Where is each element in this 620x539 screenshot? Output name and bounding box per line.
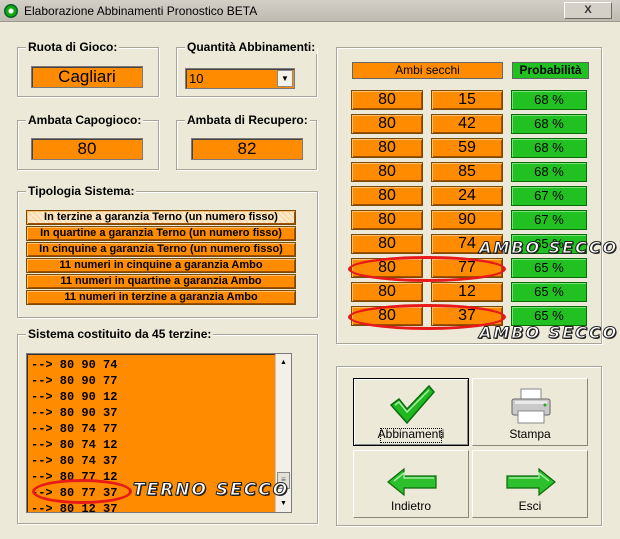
ruota-group: Ruota di Gioco: Cagliari xyxy=(17,40,159,97)
list-item[interactable]: --> 80 90 77 xyxy=(31,374,117,388)
stampa-button[interactable]: Stampa xyxy=(472,378,588,446)
arrow-left-icon xyxy=(387,467,437,497)
ambo-probability: 68 % xyxy=(511,90,587,110)
ambo-first-number: 80 xyxy=(351,186,423,206)
list-item[interactable]: --> 80 74 37 xyxy=(31,454,117,468)
ambi-secchi-header: Ambi secchi xyxy=(352,62,503,79)
ambo-first-number: 80 xyxy=(351,138,423,158)
esci-label: Esci xyxy=(518,499,542,513)
list-item[interactable]: --> 80 90 37 xyxy=(31,406,117,420)
ambo-first-number: 80 xyxy=(351,234,423,254)
abbinamenti-button[interactable]: Abbinamenti xyxy=(353,378,469,446)
quantita-value: 10 xyxy=(189,71,204,86)
sys-option-terzine-terno[interactable]: In terzine a garanzia Terno (un numero f… xyxy=(26,210,296,225)
ambo-first-number: 80 xyxy=(351,162,423,182)
indietro-label: Indietro xyxy=(390,499,432,513)
quantita-select[interactable]: 10 ▼ xyxy=(185,68,295,89)
terno-secco-stamp: TERNO SECCO xyxy=(132,480,290,501)
scroll-up-icon[interactable]: ▲ xyxy=(276,355,291,370)
ambo-probability: 68 % xyxy=(511,138,587,158)
printer-icon xyxy=(511,388,551,424)
terno-highlight-oval xyxy=(32,479,132,504)
ambo-probability: 65 % xyxy=(511,282,587,302)
ambata-capo-label: Ambata Capogioco: xyxy=(26,113,144,127)
list-item[interactable]: --> 80 74 77 xyxy=(31,422,117,436)
abbinamenti-label: Abbinamenti xyxy=(377,427,445,441)
title-bar: Elaborazione Abbinamenti Pronostico BETA… xyxy=(0,0,620,22)
ambo-second-number: 24 xyxy=(431,186,503,206)
ambo-secco-stamp: AMBO SECCO xyxy=(478,323,619,343)
list-item[interactable]: --> 80 90 12 xyxy=(31,390,117,404)
ambo-second-number: 15 xyxy=(431,90,503,110)
ambata-recupero-field[interactable]: 82 xyxy=(191,138,303,160)
ambata-recupero-group: Ambata di Recupero: 82 xyxy=(176,113,317,170)
quantita-group: Quantità Abbinamenti: 10 ▼ xyxy=(176,40,318,97)
sistema-label: Sistema costituito da 45 terzine: xyxy=(26,327,214,341)
ruota-label: Ruota di Gioco: xyxy=(26,40,120,54)
indietro-button[interactable]: Indietro xyxy=(353,450,469,518)
ambo-secco-stamp: AMBO SECCO xyxy=(478,238,619,258)
app-icon xyxy=(4,4,18,18)
ambo-highlight-oval xyxy=(348,256,506,282)
checkmark-icon xyxy=(389,384,435,425)
ambo-probability: 67 % xyxy=(511,186,587,206)
ambo-second-number: 90 xyxy=(431,210,503,230)
close-button[interactable]: X xyxy=(564,2,612,19)
list-item[interactable]: --> 80 74 12 xyxy=(31,438,117,452)
list-item[interactable]: --> 80 90 74 xyxy=(31,358,117,372)
window-title: Elaborazione Abbinamenti Pronostico BETA xyxy=(24,4,258,18)
sys-option-11-quartine-ambo[interactable]: 11 numeri in quartine a garanzia Ambo xyxy=(26,274,296,289)
ruota-field[interactable]: Cagliari xyxy=(31,66,143,88)
stampa-label: Stampa xyxy=(509,427,551,441)
chevron-down-icon[interactable]: ▼ xyxy=(277,70,293,87)
sys-option-11-cinquine-ambo[interactable]: 11 numeri in cinquine a garanzia Ambo xyxy=(26,258,296,273)
ambo-probability: 68 % xyxy=(511,114,587,134)
tipologia-group: Tipologia Sistema: In terzine a garanzia… xyxy=(17,184,318,318)
sys-option-quartine-terno[interactable]: In quartine a garanzia Terno (un numero … xyxy=(26,226,296,241)
sys-option-11-terzine-ambo[interactable]: 11 numeri in terzine a garanzia Ambo xyxy=(26,290,296,305)
ambo-probability: 68 % xyxy=(511,162,587,182)
ambata-capo-group: Ambata Capogioco: 80 xyxy=(17,113,159,170)
ambo-first-number: 80 xyxy=(351,282,423,302)
ambo-first-number: 80 xyxy=(351,90,423,110)
esci-button[interactable]: Esci xyxy=(472,450,588,518)
ambata-capo-field[interactable]: 80 xyxy=(31,138,143,160)
probabilita-header: Probabilità xyxy=(512,62,589,79)
ambo-second-number: 42 xyxy=(431,114,503,134)
ambo-probability: 65 % xyxy=(511,258,587,278)
ambo-first-number: 80 xyxy=(351,114,423,134)
ambo-second-number: 85 xyxy=(431,162,503,182)
ambo-second-number: 59 xyxy=(431,138,503,158)
arrow-right-icon xyxy=(506,467,556,497)
tipologia-label: Tipologia Sistema: xyxy=(26,184,137,198)
ambata-recupero-label: Ambata di Recupero: xyxy=(185,113,310,127)
ambo-probability: 67 % xyxy=(511,210,587,230)
quantita-label: Quantità Abbinamenti: xyxy=(185,40,318,54)
ambo-first-number: 80 xyxy=(351,210,423,230)
ambo-second-number: 12 xyxy=(431,282,503,302)
sys-option-cinquine-terno[interactable]: In cinquine a garanzia Terno (un numero … xyxy=(26,242,296,257)
